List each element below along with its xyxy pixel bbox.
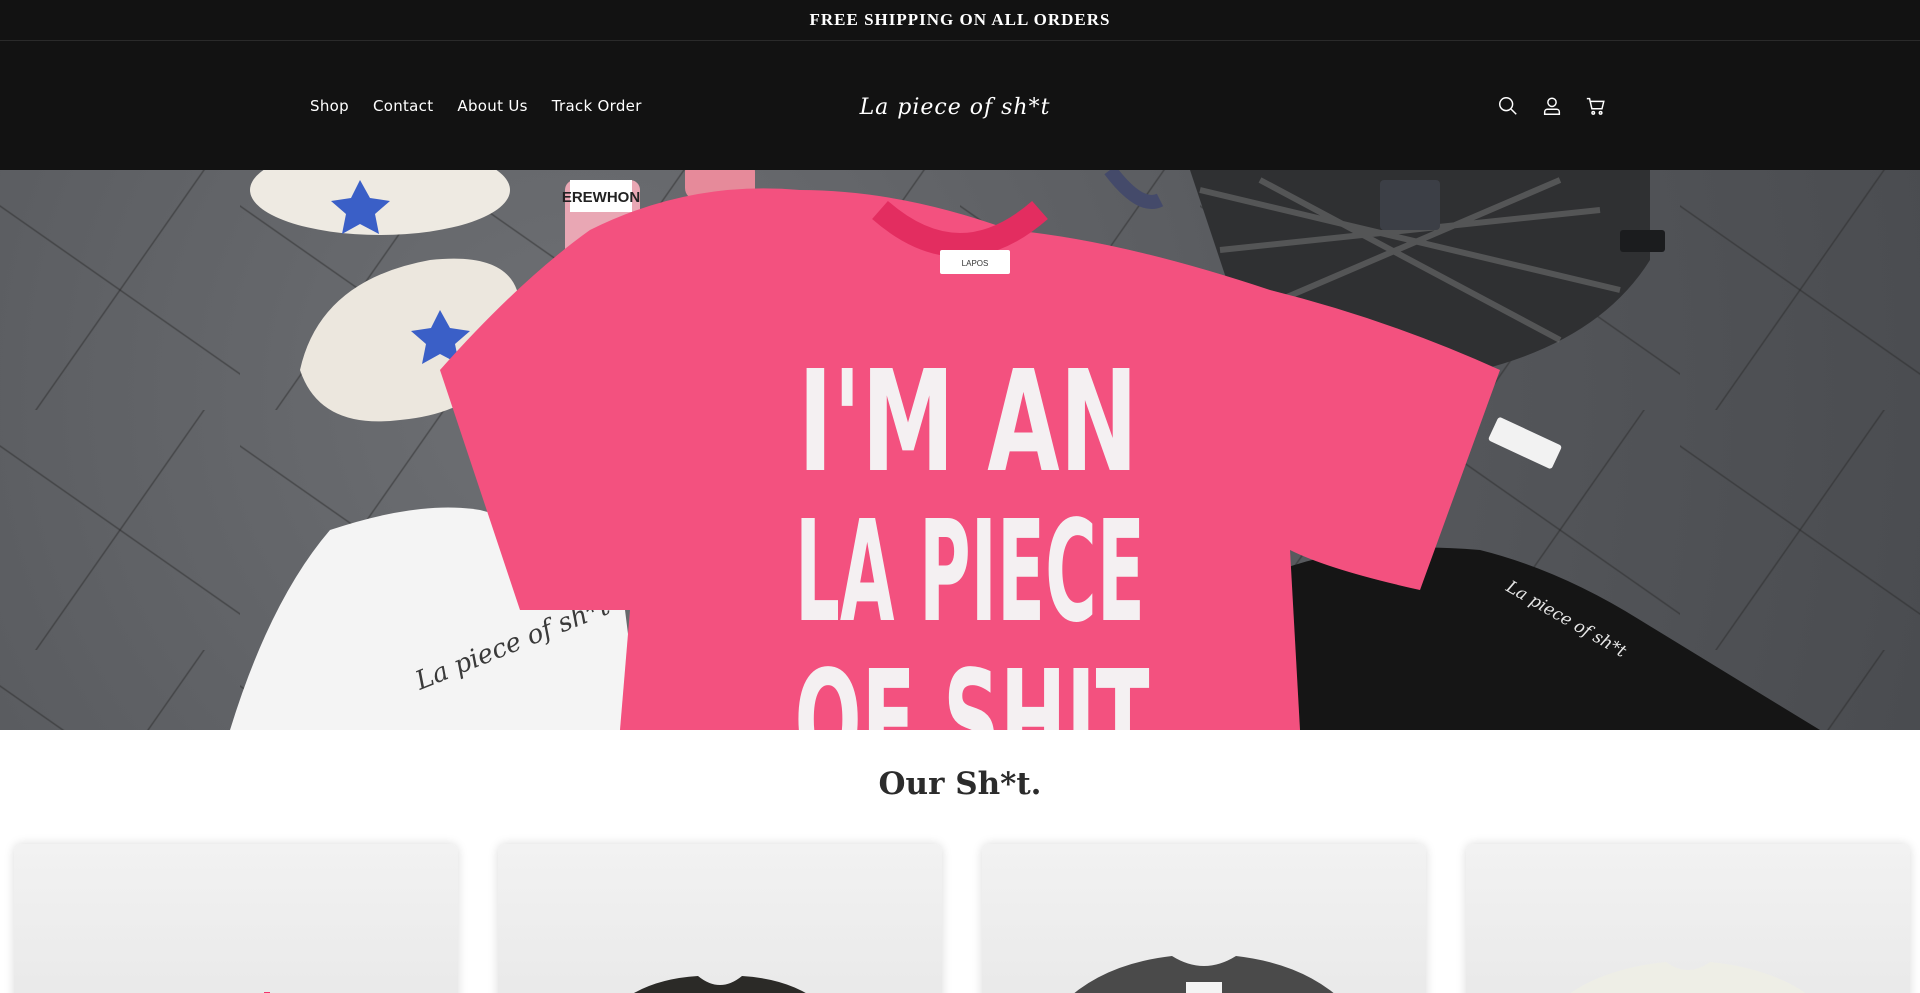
cup-label: EREWHON [562,189,640,206]
product-card-4[interactable] [1466,844,1910,993]
product-grid [14,844,1910,993]
product-image-1 [264,992,270,993]
nav-contact[interactable]: Contact [373,97,433,115]
shirt-text-line-3: OF SHIT [795,641,1150,730]
search-icon[interactable] [1496,94,1520,118]
site-header: Shop Contact About Us Track Order La pie… [0,41,1920,170]
logo-text: La piece of sh*t [859,94,1051,120]
nav-about-us[interactable]: About Us [457,97,527,115]
announcement-bar: FREE SHIPPING ON ALL ORDERS [0,0,1920,41]
collar-tag-label: LAPOS [962,259,989,268]
hero-banner[interactable]: EREWHON La piece of sh*t La piece of sh*… [0,170,1920,730]
product-image-3 [1074,956,1334,993]
collection-title: Our Sh*t. [878,766,1042,802]
cart-icon[interactable] [1584,94,1608,118]
shirt-text-line-1: I'M AN [798,341,1138,504]
account-icon[interactable] [1540,94,1564,118]
product-card-2[interactable] [498,844,942,993]
product-card-1[interactable] [14,844,458,993]
product-card-3[interactable] [982,844,1426,993]
product-image-2 [634,976,806,993]
black-tee [1270,547,1820,730]
site-logo[interactable]: La piece of sh*t [820,81,1090,133]
product-image-4 [1570,962,1806,993]
bag-handle [1380,180,1440,230]
header-icons [1496,41,1608,170]
hero-image: EREWHON La piece of sh*t La piece of sh*… [230,170,1820,730]
announcement-text: FREE SHIPPING ON ALL ORDERS [809,10,1111,29]
main-nav: Shop Contact About Us Track Order [310,41,642,170]
nav-shop[interactable]: Shop [310,97,349,115]
nav-track-order[interactable]: Track Order [552,97,642,115]
shirt-text-line-2: LA PIECE [795,491,1145,654]
